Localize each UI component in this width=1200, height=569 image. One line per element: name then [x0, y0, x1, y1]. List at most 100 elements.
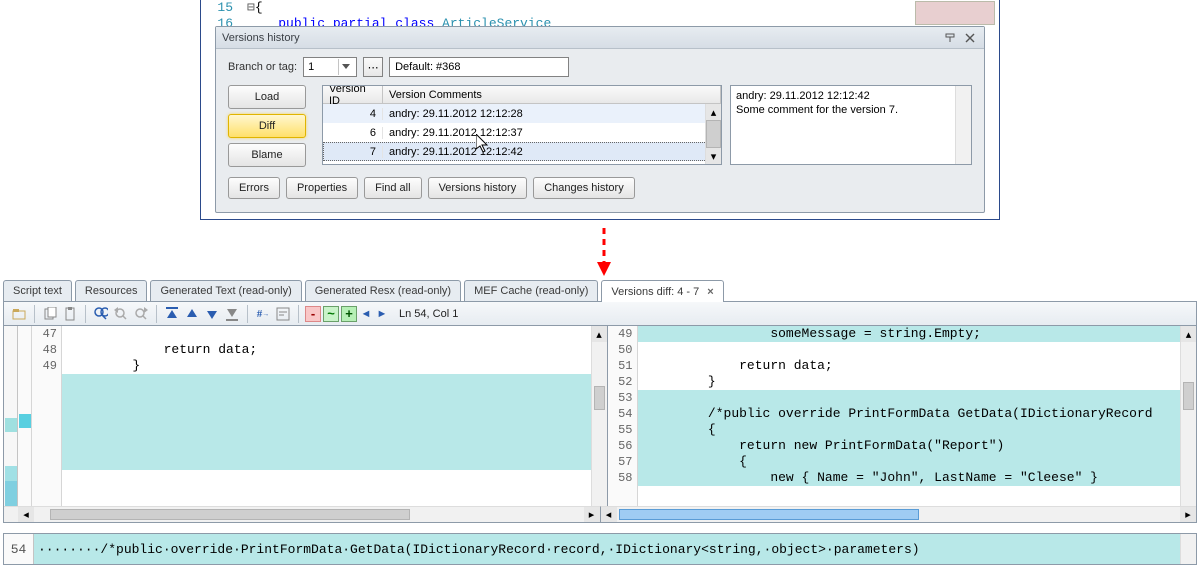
- right-hscroll[interactable]: ◂ ▸: [601, 506, 1197, 522]
- diff-overview-strip[interactable]: [4, 326, 18, 522]
- load-button[interactable]: Load: [228, 85, 306, 109]
- code-line[interactable]: someMessage = string.Empty;: [638, 326, 1181, 342]
- code-line[interactable]: {: [638, 454, 1181, 470]
- comment-scrollbar[interactable]: [955, 86, 971, 164]
- find-all-button[interactable]: Find all: [364, 177, 421, 199]
- left-vscroll[interactable]: ▴ ▾: [591, 326, 607, 522]
- browse-button[interactable]: ⋯: [363, 57, 383, 77]
- scroll-left-icon[interactable]: ◂: [18, 507, 34, 522]
- nav-top-icon[interactable]: [163, 305, 181, 323]
- blame-button[interactable]: Blame: [228, 143, 306, 167]
- nav-down-icon[interactable]: [203, 305, 221, 323]
- added-lines-icon[interactable]: +: [341, 306, 357, 322]
- open-icon[interactable]: [10, 305, 28, 323]
- find-icon[interactable]: [92, 305, 110, 323]
- errors-button[interactable]: Errors: [228, 177, 280, 199]
- code-line[interactable]: [62, 326, 591, 342]
- diff-button[interactable]: Diff: [228, 114, 306, 138]
- next-change-icon[interactable]: ►: [375, 306, 389, 322]
- left-overview[interactable]: [18, 326, 32, 522]
- copy-icon[interactable]: [41, 305, 59, 323]
- scroll-thumb[interactable]: [50, 509, 410, 520]
- code-line[interactable]: return data;: [62, 342, 591, 358]
- bottom-tabstrip: Script text Resources Generated Text (re…: [3, 280, 1197, 302]
- scroll-thumb[interactable]: [1183, 382, 1194, 410]
- tab-resources[interactable]: Resources: [75, 280, 148, 301]
- code-line[interactable]: [62, 390, 591, 406]
- code-line-15[interactable]: ⊟{: [247, 0, 999, 16]
- comment-body: Some comment for the version 7.: [736, 103, 966, 117]
- left-gutter: 474849: [32, 326, 62, 522]
- scroll-thumb[interactable]: [619, 509, 919, 520]
- scroll-right-icon[interactable]: ▸: [584, 507, 600, 522]
- code-line[interactable]: [638, 390, 1181, 406]
- nav-up-icon[interactable]: [183, 305, 201, 323]
- diff-left-pane: 474849 return data; } ▴ ▾: [18, 326, 608, 522]
- tab-script-text[interactable]: Script text: [3, 280, 72, 301]
- scroll-thumb[interactable]: [594, 386, 605, 410]
- tab-close-icon[interactable]: ×: [707, 286, 713, 298]
- changes-history-button[interactable]: Changes history: [533, 177, 635, 199]
- code-line[interactable]: /*public override PrintFormData GetData(…: [638, 406, 1181, 422]
- line-number-icon[interactable]: #→: [254, 305, 272, 323]
- code-line[interactable]: }: [638, 374, 1181, 390]
- right-code[interactable]: someMessage = string.Empty; return data;…: [638, 326, 1181, 522]
- tab-generated-text[interactable]: Generated Text (read-only): [150, 280, 301, 301]
- left-code[interactable]: return data; }: [62, 326, 591, 522]
- tab-generated-resx[interactable]: Generated Resx (read-only): [305, 280, 461, 301]
- panel-close-icon[interactable]: [962, 31, 978, 45]
- scroll-up-icon[interactable]: ▴: [1181, 326, 1196, 342]
- tab-mef-cache[interactable]: MEF Cache (read-only): [464, 280, 598, 301]
- code-line[interactable]: }: [62, 358, 591, 374]
- wrap-icon[interactable]: [274, 305, 292, 323]
- preview-scroll[interactable]: [1180, 534, 1196, 564]
- minimap[interactable]: [915, 1, 995, 25]
- scroll-up-icon[interactable]: ▴: [706, 104, 721, 120]
- versions-table[interactable]: Version ID Version Comments 4 andry: 29.…: [322, 85, 722, 165]
- code-line[interactable]: [62, 422, 591, 438]
- branch-combo[interactable]: 1: [303, 57, 357, 77]
- right-gutter: 49505152535455565758: [608, 326, 638, 522]
- prev-change-icon[interactable]: ◄: [359, 306, 373, 322]
- panel-pin-icon[interactable]: [942, 31, 958, 45]
- right-vscroll[interactable]: ▴ ▾: [1180, 326, 1196, 522]
- scroll-right-icon[interactable]: ▸: [1180, 507, 1196, 522]
- find-next-icon[interactable]: [132, 305, 150, 323]
- modified-lines-icon[interactable]: ~: [323, 306, 339, 322]
- tab-versions-diff[interactable]: Versions diff: 4 - 7 ×: [601, 280, 723, 302]
- find-prev-icon[interactable]: [112, 305, 130, 323]
- code-line[interactable]: [62, 454, 591, 470]
- scroll-up-icon[interactable]: ▴: [592, 326, 607, 342]
- code-line[interactable]: [62, 374, 591, 390]
- scroll-down-icon[interactable]: ▾: [706, 148, 721, 164]
- table-row[interactable]: 4 andry: 29.11.2012 12:12:28: [323, 104, 721, 123]
- removed-lines-icon[interactable]: -: [305, 306, 321, 322]
- code-line[interactable]: [638, 342, 1181, 358]
- preview-line-number: 54: [4, 534, 34, 564]
- col-version-comments[interactable]: Version Comments: [383, 86, 721, 103]
- col-version-id[interactable]: Version ID: [323, 86, 383, 103]
- code-line[interactable]: [62, 438, 591, 454]
- nav-bottom-icon[interactable]: [223, 305, 241, 323]
- code-line[interactable]: return data;: [638, 358, 1181, 374]
- code-line[interactable]: new { Name = "John", LastName = "Cleese"…: [638, 470, 1181, 486]
- properties-button[interactable]: Properties: [286, 177, 358, 199]
- gutter-line: [32, 454, 57, 470]
- paste-icon[interactable]: [61, 305, 79, 323]
- default-version-box[interactable]: Default: #368: [389, 57, 569, 77]
- table-row[interactable]: 6 andry: 29.11.2012 12:12:37: [323, 123, 721, 142]
- preview-line-text[interactable]: ········/*public·override·PrintFormData·…: [34, 534, 1180, 564]
- table-scrollbar[interactable]: ▴ ▾: [705, 104, 721, 164]
- versions-history-button[interactable]: Versions history: [428, 177, 528, 199]
- code-line[interactable]: [62, 406, 591, 422]
- cell-id: 7: [323, 146, 383, 158]
- code-line[interactable]: {: [638, 422, 1181, 438]
- scroll-left-icon[interactable]: ◂: [601, 507, 617, 522]
- left-hscroll[interactable]: ◂ ▸: [4, 506, 601, 522]
- table-row-selected[interactable]: 7 andry: 29.11.2012 12:12:42: [323, 142, 721, 161]
- scroll-thumb[interactable]: [706, 120, 721, 148]
- gutter-line: 49: [32, 358, 57, 374]
- version-comment-box[interactable]: andry: 29.11.2012 12:12:42 Some comment …: [730, 85, 972, 165]
- chevron-down-icon[interactable]: [338, 59, 352, 75]
- code-line[interactable]: return new PrintFormData("Report"): [638, 438, 1181, 454]
